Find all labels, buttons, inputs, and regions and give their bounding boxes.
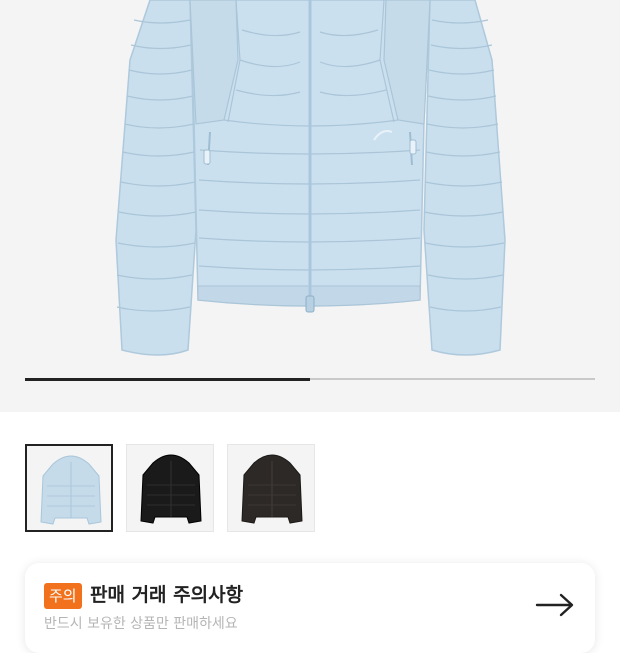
arrow-right-icon: [535, 593, 574, 617]
jacket-thumbnail-icon: [140, 454, 202, 524]
thumbnail-dark-brown[interactable]: [227, 444, 315, 532]
carousel-progress-bar: [25, 377, 595, 381]
notice-title: 판매 거래 주의사항: [90, 584, 244, 606]
caution-badge: 주의: [44, 583, 82, 609]
jacket-thumbnail-icon: [40, 455, 102, 525]
jacket-image: [115, 0, 506, 356]
thumbnail-light-blue[interactable]: [25, 444, 113, 532]
carousel-progress-fill: [25, 377, 310, 381]
jacket-thumbnail-icon: [241, 454, 303, 524]
sales-notice-card[interactable]: 주의 판매 거래 주의사항 반드시 보유한 상품만 판매하세요: [25, 563, 595, 653]
thumbnail-black[interactable]: [126, 444, 214, 532]
notice-subtitle: 반드시 보유한 상품만 판매하세요: [44, 616, 238, 632]
product-image-carousel[interactable]: [0, 0, 620, 412]
